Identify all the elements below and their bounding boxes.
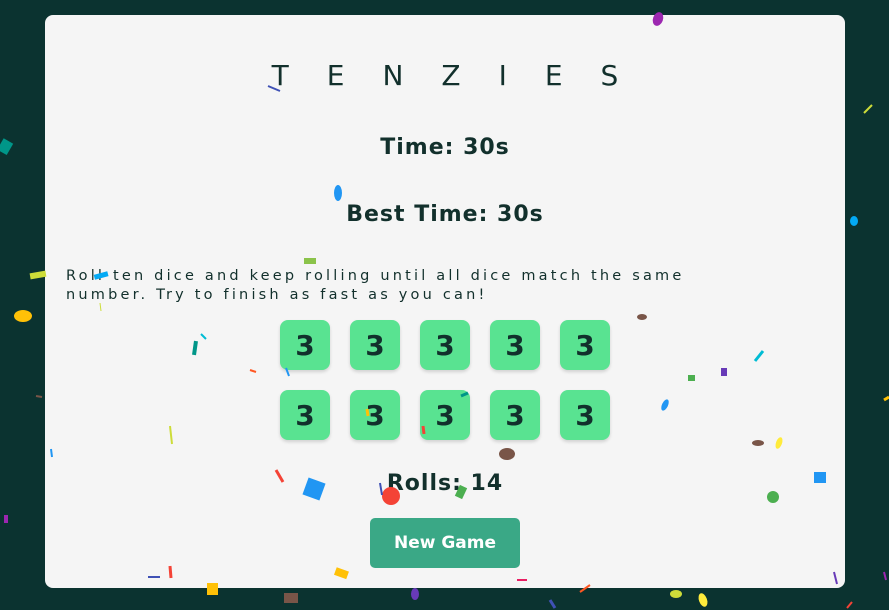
die-7[interactable]: 3 (350, 390, 400, 440)
confetti-piece (850, 216, 858, 226)
die-1[interactable]: 3 (280, 320, 330, 370)
new-game-button[interactable]: New Game (370, 518, 520, 568)
die-9[interactable]: 3 (490, 390, 540, 440)
game-card: TENZIES Time: 30s Best Time: 30s Roll te… (45, 15, 845, 588)
confetti-piece (29, 270, 47, 280)
die-6[interactable]: 3 (280, 390, 330, 440)
confetti-piece (883, 395, 889, 402)
timer-display: Time: 30s (380, 135, 510, 160)
rolls-counter: Rolls: 14 (386, 471, 504, 496)
confetti-piece (863, 104, 873, 114)
dice-grid: 3 3 3 3 3 3 3 3 3 3 (280, 320, 610, 440)
confetti-piece (670, 590, 682, 598)
confetti-piece (284, 593, 298, 603)
confetti-piece (0, 138, 14, 156)
die-3[interactable]: 3 (420, 320, 470, 370)
die-8[interactable]: 3 (420, 390, 470, 440)
confetti-piece (4, 515, 8, 523)
confetti-piece (35, 395, 43, 398)
die-10[interactable]: 3 (560, 390, 610, 440)
confetti-piece (548, 599, 557, 609)
die-4[interactable]: 3 (490, 320, 540, 370)
confetti-piece (846, 601, 853, 609)
confetti-piece (14, 310, 32, 322)
confetti-piece (698, 593, 708, 607)
confetti-piece (883, 571, 887, 581)
die-5[interactable]: 3 (560, 320, 610, 370)
best-time-display: Best Time: 30s (346, 202, 544, 227)
confetti-piece (411, 588, 419, 600)
instructions: Roll ten dice and keep rolling until all… (66, 268, 685, 303)
game-title: TENZIES (271, 59, 657, 92)
die-2[interactable]: 3 (350, 320, 400, 370)
